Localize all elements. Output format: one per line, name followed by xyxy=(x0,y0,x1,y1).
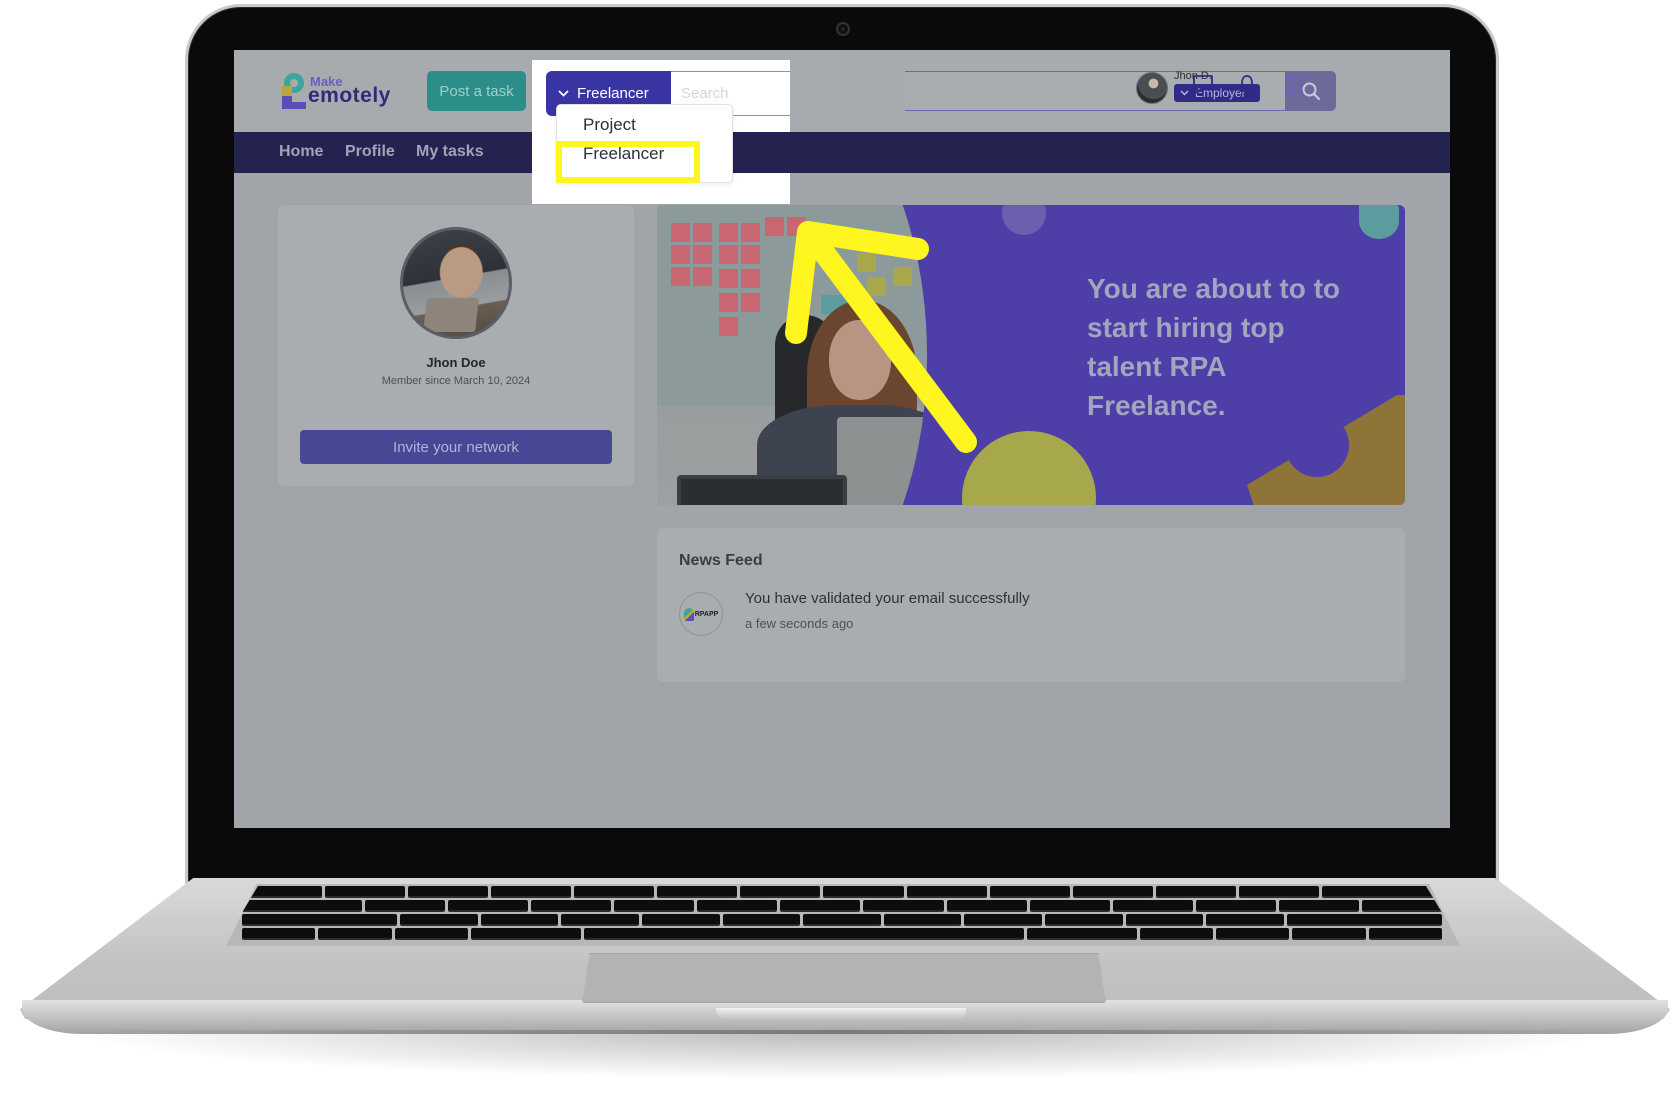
nav-item-home[interactable]: Home xyxy=(279,143,323,161)
keyboard xyxy=(222,884,1462,946)
sticky-note xyxy=(741,269,760,288)
nav-item-profile[interactable]: Profile xyxy=(345,143,395,161)
banner-line: You are about to to xyxy=(1087,273,1341,304)
sticky-note xyxy=(741,293,760,312)
news-feed-title: News Feed xyxy=(679,552,763,569)
decor-circle-lavender xyxy=(1002,205,1046,235)
banner-line: start hiring top xyxy=(1087,312,1285,343)
profile-photo xyxy=(400,227,512,339)
sticky-note xyxy=(893,267,912,286)
logo-wordmark: emotely xyxy=(308,84,391,107)
chat-icon xyxy=(1193,75,1213,94)
news-source-avatar: RPAPP xyxy=(679,592,723,636)
news-item-text[interactable]: You have validated your email successful… xyxy=(745,590,1030,607)
news-source-name: RPAPP xyxy=(694,610,719,618)
trackpad xyxy=(582,953,1106,1003)
hero-banner: You are about to to start hiring top tal… xyxy=(657,205,1405,505)
highlight-annotation-box xyxy=(556,141,700,183)
sticky-note xyxy=(693,223,712,242)
search-category-label: Freelancer xyxy=(577,85,649,102)
decor-circle-teal xyxy=(1359,205,1399,239)
member-since: Member since March 10, 2024 xyxy=(381,375,531,387)
sticky-note xyxy=(671,223,690,242)
decor-circle-olive xyxy=(962,431,1096,505)
sticky-note xyxy=(765,217,784,236)
profile-card: Jhon Doe Member since March 10, 2024 Inv… xyxy=(278,205,634,486)
bell-icon xyxy=(1239,75,1255,95)
banner-monitor xyxy=(677,475,847,505)
screen: Make emotely Post a task Jhon D. Employe… xyxy=(234,50,1450,828)
rpapp-logo-icon xyxy=(683,607,694,621)
sticky-note xyxy=(741,245,760,264)
news-item-time: a few seconds ago xyxy=(745,616,854,631)
logo-mark-icon xyxy=(282,73,306,109)
banner-line: talent RPA xyxy=(1087,351,1227,382)
sticky-note xyxy=(719,245,738,264)
sticky-note xyxy=(719,317,738,336)
sticky-note xyxy=(787,217,806,236)
banner-line: Freelance. xyxy=(1087,390,1226,421)
chevron-down-icon xyxy=(558,90,569,97)
notifications-button[interactable] xyxy=(1232,70,1262,100)
nav-item-my-tasks[interactable]: My tasks xyxy=(416,143,484,161)
sticky-note xyxy=(671,267,690,286)
profile-name: Jhon Doe xyxy=(426,355,486,370)
sticky-note xyxy=(671,245,690,264)
apps-grid-icon xyxy=(1285,76,1303,94)
banner-photo xyxy=(657,205,927,505)
banner-person-face xyxy=(829,320,891,400)
messages-button[interactable] xyxy=(1188,70,1218,100)
sticky-note xyxy=(719,269,738,288)
webcam-icon xyxy=(836,22,850,36)
user-avatar[interactable] xyxy=(1136,72,1168,104)
sticky-note xyxy=(693,267,712,286)
brand-logo[interactable]: Make emotely xyxy=(280,70,400,114)
banner-headline: You are about to to start hiring top tal… xyxy=(1087,269,1377,425)
sticky-note xyxy=(719,223,738,242)
banner-laptop xyxy=(837,417,927,505)
header: Make emotely Post a task Jhon D. Employe… xyxy=(234,50,1450,132)
laptop-shadow xyxy=(60,1030,1620,1080)
sticky-note xyxy=(857,253,876,272)
post-task-button[interactable]: Post a task xyxy=(427,71,526,111)
news-feed-card: News Feed RPAPP You have validated your … xyxy=(657,528,1405,682)
sticky-note xyxy=(741,223,760,242)
sticky-note xyxy=(693,245,712,264)
apps-menu-button[interactable] xyxy=(1279,70,1309,100)
profile-photo-laptop xyxy=(423,298,479,332)
main-nav: Home Profile My tasks xyxy=(234,132,1450,173)
dropdown-option-project[interactable]: Project xyxy=(583,115,636,135)
lid-opening-notch xyxy=(716,1008,966,1020)
invite-network-button[interactable]: Invite your network xyxy=(300,430,612,464)
sticky-note xyxy=(867,277,886,296)
sticky-note xyxy=(719,293,738,312)
